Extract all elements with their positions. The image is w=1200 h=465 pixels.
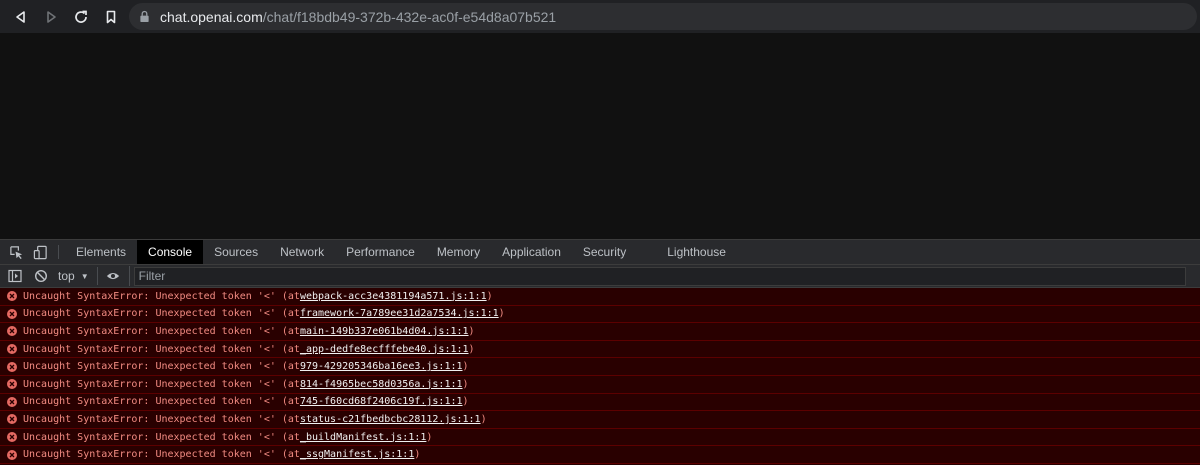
device-toolbar-button[interactable]: [28, 240, 52, 264]
device-icon: [33, 245, 47, 259]
error-message-end: ): [462, 396, 469, 408]
console-error-row: Uncaught SyntaxError: Unexpected token '…: [0, 306, 1200, 324]
clear-icon: [34, 269, 48, 283]
clear-console-button[interactable]: [30, 266, 52, 286]
url-path: /chat/f18bdb49-372b-432e-ac0f-e54d8a07b5…: [262, 8, 557, 25]
console-error-row: Uncaught SyntaxError: Unexpected token '…: [0, 394, 1200, 412]
error-source-link[interactable]: framework-7a789ee31d2a7534.js:1:1: [300, 308, 499, 319]
forward-icon: [47, 10, 56, 23]
error-icon: [7, 379, 17, 390]
error-source-link[interactable]: main-149b337e061b4d04.js:1:1: [300, 326, 469, 337]
error-message-end: ): [498, 308, 505, 320]
error-message-end: ): [462, 378, 469, 390]
url-text: chat.openai.com/chat/f18bdb49-372b-432e-…: [160, 9, 556, 25]
bookmark-icon: [106, 10, 116, 23]
error-icon: [7, 344, 17, 355]
live-expression-button[interactable]: [102, 266, 130, 286]
error-message: Uncaught SyntaxError: Unexpected token '…: [23, 343, 300, 355]
bookmark-button[interactable]: [98, 4, 124, 30]
console-error-row: Uncaught SyntaxError: Unexpected token '…: [0, 341, 1200, 359]
error-message: Uncaught SyntaxError: Unexpected token '…: [23, 325, 300, 337]
reload-button[interactable]: [68, 4, 94, 30]
error-message-end: ): [414, 449, 421, 461]
error-icon: [7, 449, 17, 460]
browser-toolbar: chat.openai.com/chat/f18bdb49-372b-432e-…: [0, 0, 1200, 33]
reload-icon: [75, 10, 87, 23]
error-source-link[interactable]: 979-429205346ba16ee3.js:1:1: [300, 361, 463, 372]
tab-performance[interactable]: Performance: [335, 240, 426, 264]
error-source-link[interactable]: webpack-acc3e4381194a571.js:1:1: [300, 291, 487, 302]
console-error-row: Uncaught SyntaxError: Unexpected token '…: [0, 358, 1200, 376]
error-message-end: ): [462, 361, 469, 373]
error-message: Uncaught SyntaxError: Unexpected token '…: [23, 449, 300, 461]
console-error-row: Uncaught SyntaxError: Unexpected token '…: [0, 429, 1200, 447]
tab-sources[interactable]: Sources: [203, 240, 269, 264]
tab-elements[interactable]: Elements: [65, 240, 137, 264]
error-message: Uncaught SyntaxError: Unexpected token '…: [23, 290, 300, 302]
console-filter-input[interactable]: [133, 266, 1186, 286]
error-message-end: ): [486, 290, 493, 302]
tab-application[interactable]: Application: [491, 240, 572, 264]
tab-security[interactable]: Security: [572, 240, 656, 264]
error-source-link[interactable]: 745-f60cd68f2406c19f.js:1:1: [300, 396, 463, 407]
error-icon: [7, 414, 17, 425]
console-error-row: Uncaught SyntaxError: Unexpected token '…: [0, 323, 1200, 341]
error-icon: [7, 291, 17, 302]
eye-icon: [106, 272, 120, 280]
error-icon: [7, 308, 17, 319]
error-icon: [7, 396, 17, 407]
tab-lighthouse[interactable]: Lighthouse: [656, 240, 737, 264]
page-viewport: [0, 33, 1200, 240]
error-message-end: ): [468, 325, 475, 337]
error-message: Uncaught SyntaxError: Unexpected token '…: [23, 396, 300, 408]
error-icon: [7, 361, 17, 372]
error-icon: [7, 326, 17, 337]
inspect-element-button[interactable]: [4, 240, 28, 264]
sidebar-toggle-icon: [8, 269, 22, 283]
sidebar-toggle-button[interactable]: [4, 266, 26, 286]
inspect-icon: [9, 245, 22, 259]
console-error-row: Uncaught SyntaxError: Unexpected token '…: [0, 411, 1200, 429]
dropdown-arrow-icon: ▼: [80, 271, 89, 281]
devtools-tab-bar: Elements Console Sources Network Perform…: [0, 240, 1200, 265]
back-button[interactable]: [8, 4, 34, 30]
error-icon: [7, 432, 17, 443]
tab-network[interactable]: Network: [269, 240, 335, 264]
devtools-panel: Elements Console Sources Network Perform…: [0, 240, 1200, 465]
error-message: Uncaught SyntaxError: Unexpected token '…: [23, 308, 300, 320]
error-source-link[interactable]: status-c21fbedbcbc28112.js:1:1: [300, 414, 481, 425]
error-source-link[interactable]: 814-f4965bec58d0356a.js:1:1: [300, 379, 463, 390]
console-filter-bar: top ▼: [0, 265, 1200, 288]
context-value: top: [58, 269, 75, 283]
address-bar[interactable]: chat.openai.com/chat/f18bdb49-372b-432e-…: [129, 3, 1197, 30]
toolbar-divider: [58, 245, 59, 259]
console-error-row: Uncaught SyntaxError: Unexpected token '…: [0, 288, 1200, 306]
error-message-end: ): [480, 413, 487, 425]
tab-memory[interactable]: Memory: [426, 240, 491, 264]
context-selector[interactable]: top ▼: [58, 267, 98, 285]
lock-icon: [139, 10, 151, 24]
error-message: Uncaught SyntaxError: Unexpected token '…: [23, 413, 300, 425]
console-error-row: Uncaught SyntaxError: Unexpected token '…: [0, 376, 1200, 394]
tab-console[interactable]: Console: [137, 240, 204, 264]
error-message: Uncaught SyntaxError: Unexpected token '…: [23, 431, 300, 443]
console-error-row: Uncaught SyntaxError: Unexpected token '…: [0, 446, 1200, 464]
back-icon: [16, 10, 25, 23]
error-message: Uncaught SyntaxError: Unexpected token '…: [23, 361, 300, 373]
error-source-link[interactable]: _buildManifest.js:1:1: [300, 432, 426, 443]
error-source-link[interactable]: _app-dedfe8ecfffebe40.js:1:1: [300, 344, 469, 355]
url-host: chat.openai.com: [160, 8, 263, 25]
console-messages: Uncaught SyntaxError: Unexpected token '…: [0, 288, 1200, 465]
error-message-end: ): [426, 431, 433, 443]
error-message: Uncaught SyntaxError: Unexpected token '…: [23, 378, 300, 390]
error-source-link[interactable]: _ssgManifest.js:1:1: [300, 449, 414, 460]
forward-button[interactable]: [38, 4, 64, 30]
error-message-end: ): [468, 343, 475, 355]
